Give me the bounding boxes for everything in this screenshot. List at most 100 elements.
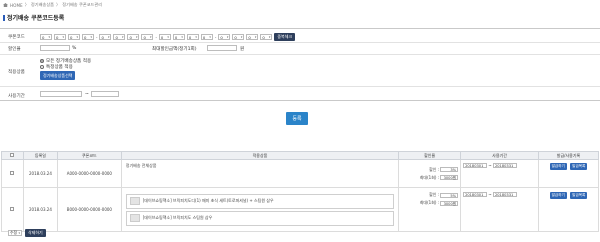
max-label: 최대(1회) :	[419, 200, 440, 205]
issue-list-button[interactable]: 발급목록	[570, 163, 588, 170]
row-period-cell: 20180301 ~ 20180331	[460, 159, 539, 188]
coupon-code-row: 0 0 0 0 - 0 0 0 0 - 0 0 0 0 - 0 0 0 0 중복…	[40, 33, 296, 41]
row-period-cell: 20180301 ~ 20180331	[460, 187, 539, 232]
product-item: [데이브쇼핑핵소] 브릭피치도디(1) 매미 초식 세트(토로퍼셔널) + 스팀…	[125, 193, 395, 209]
issue-button[interactable]: 발급하기	[549, 163, 567, 170]
breadcrumb-home[interactable]: HOME	[10, 3, 23, 8]
code-select-16[interactable]: 0	[260, 34, 273, 40]
code-select-4[interactable]: 0	[82, 34, 94, 40]
row-rule	[0, 86, 600, 87]
header-code: 쿠폰코드	[56, 151, 122, 160]
issue-list-button[interactable]: 발급목록	[570, 192, 588, 199]
row-code: B000-0000-0000-0000	[56, 187, 122, 232]
discount-label: 할인 :	[429, 192, 440, 197]
product-thumbnail	[129, 214, 140, 222]
delete-button[interactable]: 삭제하기	[25, 229, 46, 237]
product-item: [데이브쇼핑핵소] 브릭피치도 스팀원 삼우	[125, 210, 395, 226]
code-select-11[interactable]: 0	[186, 34, 199, 40]
code-select-6[interactable]: 0	[113, 34, 126, 40]
period-separator: ~	[85, 92, 89, 97]
apply-product-label: 적용상품	[8, 70, 25, 75]
code-select-12[interactable]: 0	[200, 34, 213, 40]
discount-rate-unit: %	[72, 46, 77, 51]
row-product-cell: [데이브쇼핑핵소] 브릭피치도디(1) 매미 초식 세트(토로퍼셔널) + 스팀…	[120, 187, 400, 232]
form-top-rule	[0, 28, 600, 29]
select-all-checkbox[interactable]	[10, 153, 15, 157]
row-history-cell: 발급하기 발급목록	[538, 187, 599, 232]
row-product: 정기배송 전체상품	[120, 159, 400, 188]
code-select-15[interactable]: 0	[246, 34, 259, 40]
row-rule	[0, 42, 600, 43]
code-select-10[interactable]: 0	[172, 34, 185, 40]
code-select-1[interactable]: 0	[40, 34, 52, 40]
issue-button[interactable]: 발급하기	[549, 192, 567, 199]
max-discount-unit: 원	[240, 47, 245, 52]
row-checkbox[interactable]	[10, 207, 15, 211]
discount-rate-input[interactable]	[40, 45, 70, 51]
register-button[interactable]: 등록	[286, 112, 308, 125]
radio-specific-label: 특정상품 적용	[46, 65, 73, 70]
max-value-input[interactable]: 3000원	[440, 200, 459, 206]
select-product-button[interactable]: 정기배송상품선택	[40, 71, 76, 80]
radio-specific[interactable]	[40, 65, 44, 69]
header-period: 사용기간	[460, 151, 539, 160]
footer-controls: 수정 삭제하기	[8, 229, 46, 237]
discount-value-input[interactable]: 5%	[440, 192, 459, 198]
end-date-input[interactable]: 20180331	[492, 163, 517, 168]
title-bar-icon	[3, 14, 5, 21]
period-start-input[interactable]	[40, 91, 82, 97]
table-row: 2018.03.24 B000-0000-0000-0000 [데이브쇼핑핵소]…	[1, 187, 599, 232]
page-title-wrap: 정기배송 쿠폰코드등록	[3, 13, 64, 22]
home-icon	[3, 3, 8, 7]
code-select-8[interactable]: 0	[141, 34, 154, 40]
header-history: 발급/사용기록	[538, 151, 599, 160]
code-select-3[interactable]: 0	[68, 34, 80, 40]
discount-value-input[interactable]: 3%	[440, 167, 459, 172]
code-select-5[interactable]: 0	[99, 34, 112, 40]
discount-rate-label: 할인율	[8, 47, 21, 52]
start-date-input[interactable]: 20180301	[463, 192, 488, 197]
table-header-row: 등록일 쿠폰코드 적용상품 할인율 사용기간 발급/사용기록	[1, 151, 599, 160]
max-discount-input[interactable]	[207, 45, 237, 51]
duplicate-check-button[interactable]: 중복체크	[274, 33, 296, 41]
page-title: 정기배송 쿠폰코드등록	[7, 15, 65, 22]
product-name: [데이브쇼핑핵소] 브릭피치도 스팀원 삼우	[142, 215, 213, 220]
breadcrumb-level2[interactable]: 정기배송 쿠폰코드관리	[62, 2, 102, 8]
code-select-7[interactable]: 0	[127, 34, 140, 40]
code-select-2[interactable]: 0	[54, 34, 66, 40]
max-value-input[interactable]: 3000원	[440, 175, 459, 180]
period-end-input[interactable]	[91, 91, 119, 97]
row-discount-cell: 할인 : 3% 최대(1회) : 3000원	[398, 159, 462, 188]
header-product: 적용상품	[120, 151, 400, 160]
period-label: 사용기간	[8, 94, 25, 99]
end-date-input[interactable]: 20180331	[492, 192, 517, 197]
row-history-cell: 발급하기 발급목록	[538, 159, 599, 188]
code-select-14[interactable]: 0	[232, 34, 245, 40]
bulk-action-select[interactable]: 수정	[8, 230, 22, 236]
form-bottom-rule	[0, 100, 600, 101]
coupon-table: 등록일 쿠폰코드 적용상품 할인율 사용기간 발급/사용기록 2018.03.2…	[1, 151, 599, 232]
row-discount-cell: 할인 : 5% 최대(1회) : 3000원	[398, 187, 462, 232]
header-discount: 할인율	[398, 151, 462, 160]
max-label: 최대(1회) :	[419, 174, 440, 180]
product-name: [데이브쇼핑핵소] 브릭피치도디(1) 매미 초식 세트(토로퍼셔널) + 스팀…	[142, 198, 274, 203]
product-thumbnail	[129, 197, 140, 205]
breadcrumb-level1[interactable]: 정기배송상품	[31, 2, 54, 8]
discount-label: 할인 :	[429, 166, 440, 172]
row-code: A000-0000-0000-0000	[56, 159, 122, 188]
coupon-code-label: 쿠폰코드	[8, 35, 25, 40]
max-discount-label: 최대할인금액(정기1회)	[152, 47, 197, 52]
row-date: 2018.03.24	[22, 187, 58, 232]
start-date-input[interactable]: 20180301	[463, 163, 488, 168]
radio-specific-wrap[interactable]: 특정상품 적용	[40, 64, 73, 70]
code-select-9[interactable]: 0	[158, 34, 171, 40]
header-checkbox-cell	[1, 151, 24, 160]
breadcrumb: HOME 〉 정기배송상품 〉 정기배송 쿠폰코드관리	[3, 2, 102, 8]
table-row: 2018.03.24 A000-0000-0000-0000 정기배송 전체상품…	[1, 159, 599, 188]
code-select-13[interactable]: 0	[218, 34, 231, 40]
radio-all[interactable]	[40, 59, 44, 63]
row-date: 2018.03.24	[22, 159, 58, 188]
row-checkbox-cell	[1, 187, 24, 232]
row-checkbox[interactable]	[10, 171, 15, 175]
header-date: 등록일	[22, 151, 58, 160]
